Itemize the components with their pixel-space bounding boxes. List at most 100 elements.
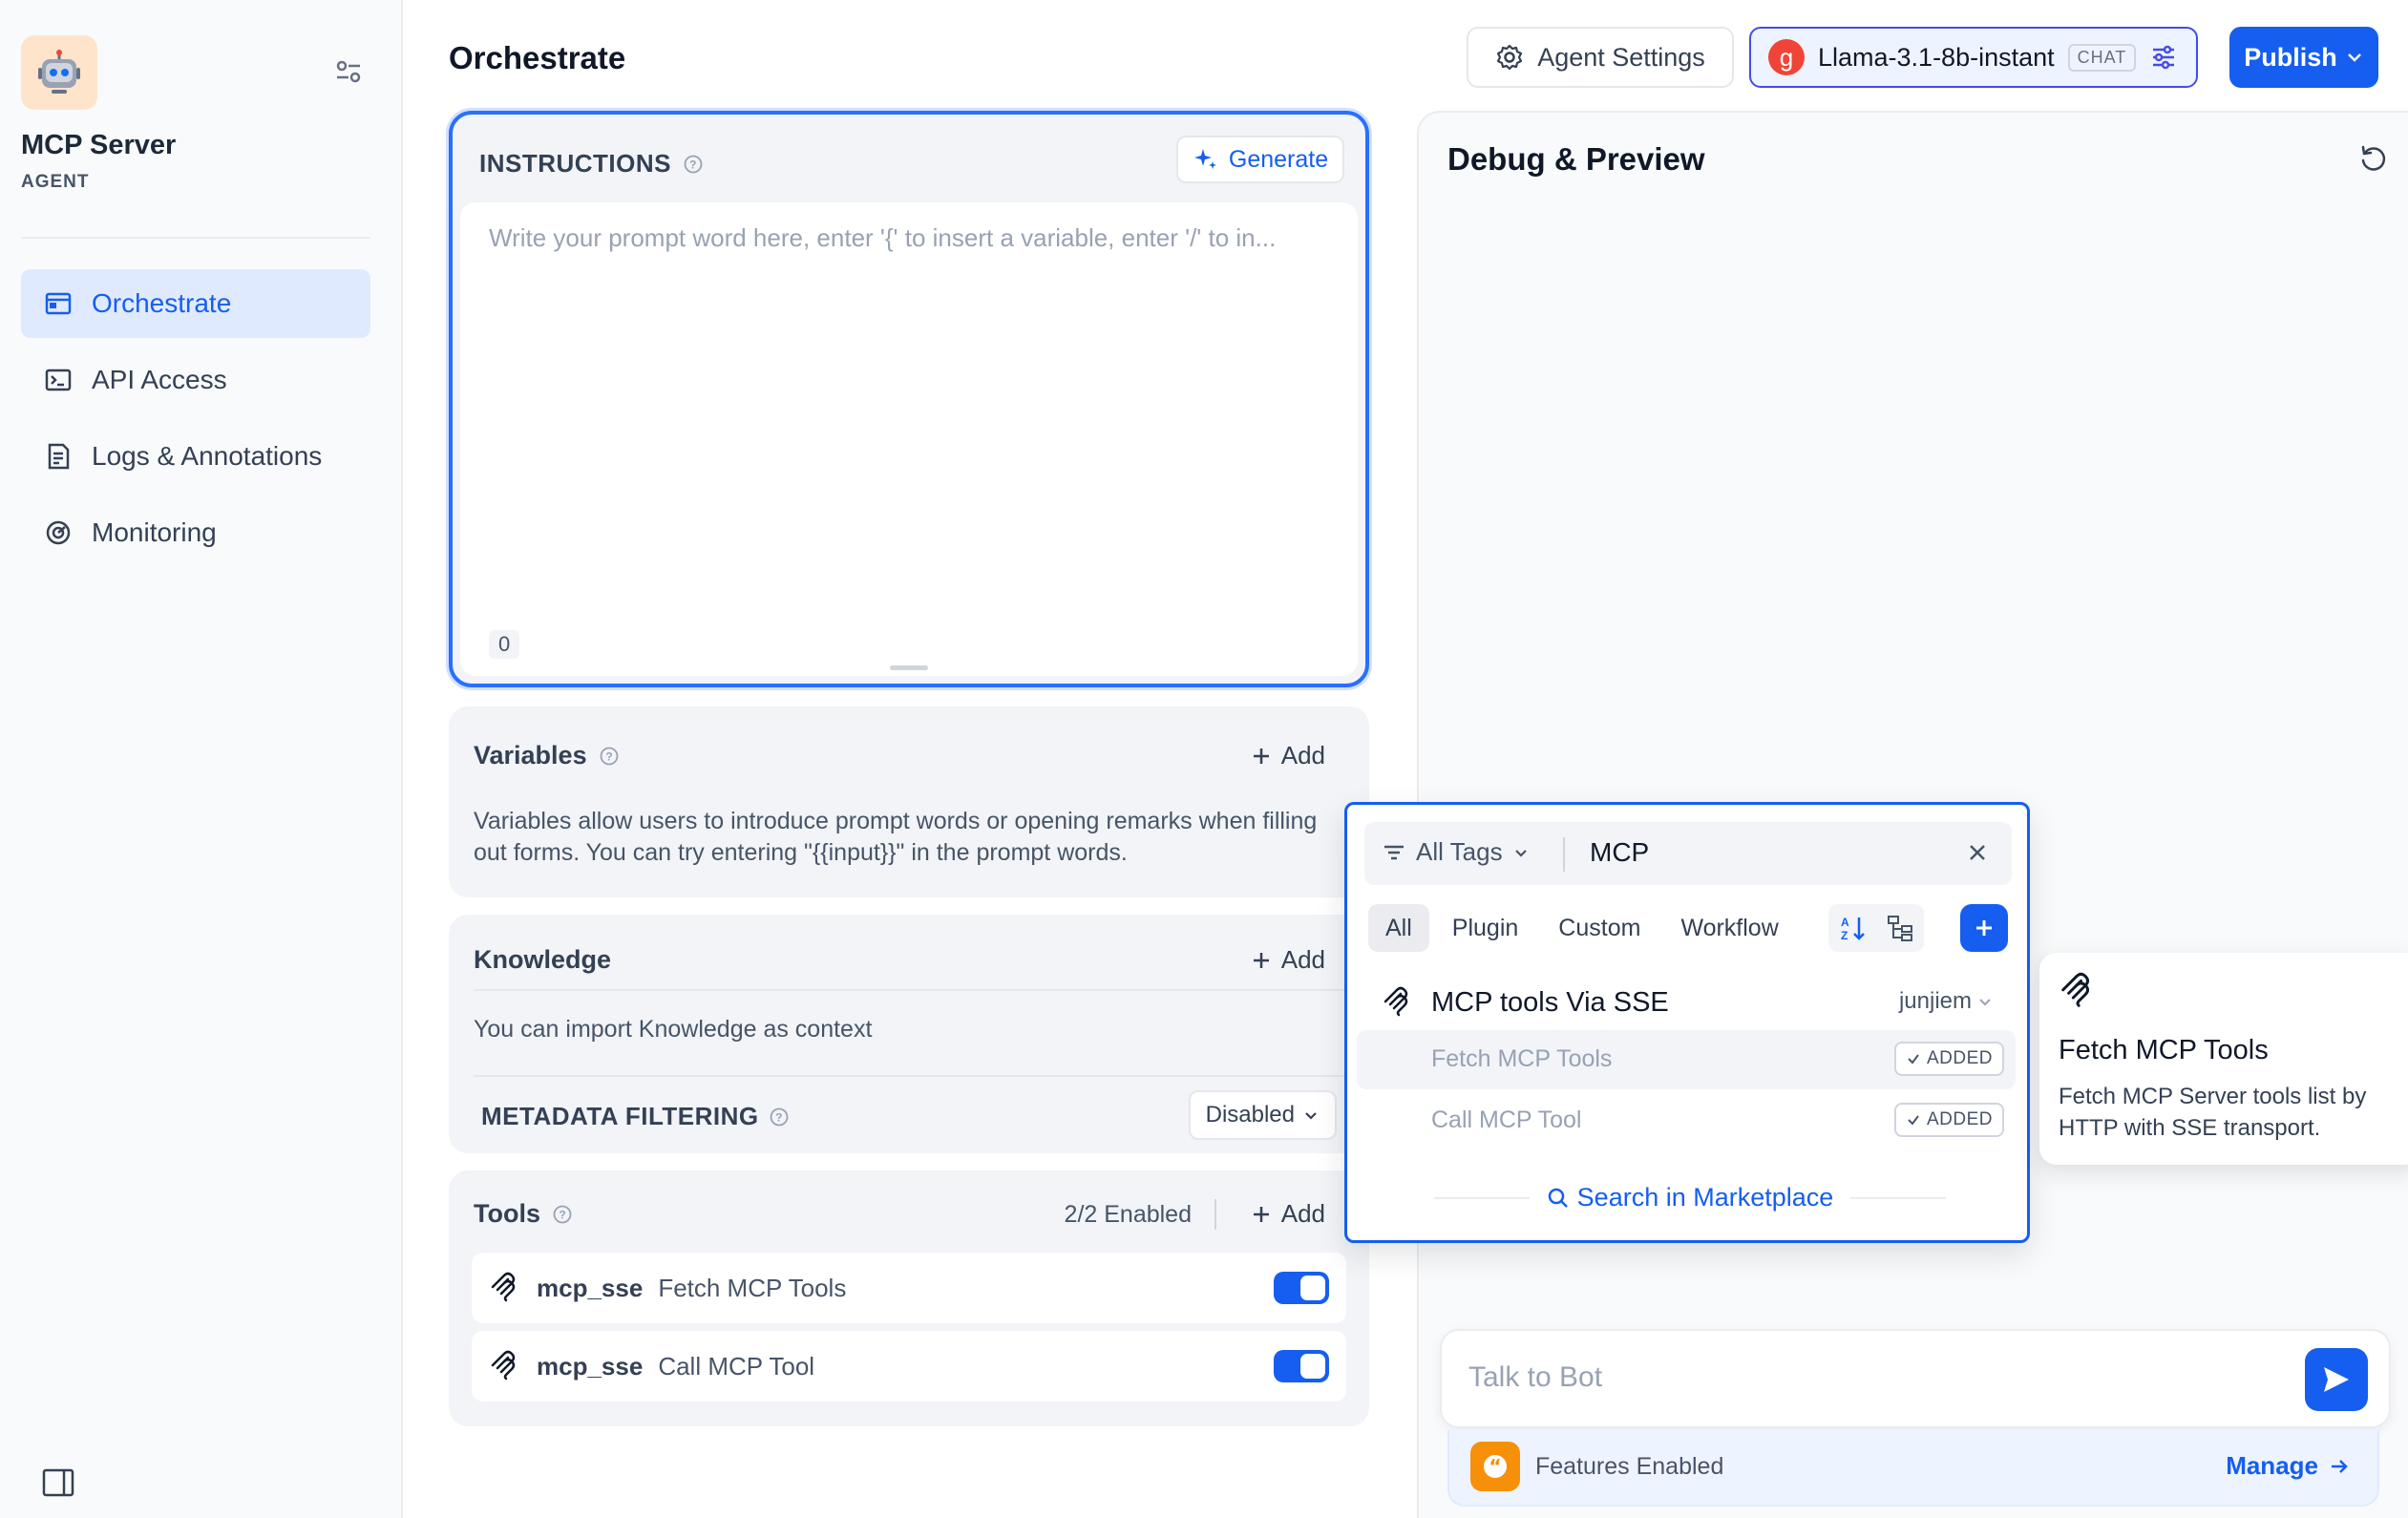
- model-mode-badge: CHAT: [2067, 43, 2137, 72]
- gauge-icon: [46, 520, 71, 545]
- resize-handle[interactable]: [890, 665, 928, 670]
- metadata-filtering-select[interactable]: Disabled: [1188, 1090, 1337, 1140]
- tools-card: Tools ? 2/2 Enabled Add mcp_sse Fetch MC…: [449, 1170, 1369, 1426]
- nav-item-orchestrate[interactable]: Orchestrate: [21, 269, 370, 338]
- add-custom-tool-button[interactable]: [1960, 904, 2008, 952]
- metadata-label: METADATA FILTERING: [481, 1102, 759, 1130]
- file-list-icon: [48, 443, 70, 470]
- chevron-down-icon: [1514, 849, 1527, 857]
- settings-toggle-icon[interactable]: [334, 57, 363, 86]
- add-tool-button[interactable]: Add: [1251, 1199, 1325, 1229]
- chevron-down-icon: [1979, 999, 1991, 1006]
- tooltip-title: Fetch MCP Tools: [2059, 1035, 2269, 1065]
- sidebar-divider: [21, 237, 370, 239]
- chevron-down-icon: [1305, 1112, 1317, 1120]
- tool-row[interactable]: mcp_sse Fetch MCP Tools: [472, 1253, 1346, 1323]
- help-icon[interactable]: ?: [552, 1204, 573, 1225]
- plus-icon: [1253, 748, 1269, 764]
- svg-text:?: ?: [689, 158, 697, 171]
- picker-tabs: All Plugin Custom Workflow: [1368, 904, 1796, 952]
- tool-toggle[interactable]: [1274, 1350, 1329, 1382]
- nav-item-monitoring[interactable]: Monitoring: [21, 498, 370, 567]
- variables-desc-line: out forms. You can try entering "{{input…: [474, 839, 1128, 866]
- search-icon: [1548, 1188, 1568, 1208]
- view-switch: A Z: [1828, 904, 1924, 952]
- variables-description: Variables allow users to introduce promp…: [474, 806, 1317, 869]
- svg-text:Z: Z: [1841, 929, 1848, 942]
- metadata-value: Disabled: [1205, 1102, 1295, 1128]
- filter-icon: [1384, 845, 1404, 859]
- add-variable-button[interactable]: Add: [1251, 741, 1325, 770]
- search-divider: [1563, 837, 1565, 872]
- nav-label: Orchestrate: [92, 288, 232, 318]
- features-bar: “ Features Enabled Manage: [1447, 1430, 2379, 1507]
- divider-line: [1433, 1196, 1530, 1199]
- tool-row[interactable]: mcp_sse Call MCP Tool: [472, 1331, 1346, 1402]
- added-label: ADDED: [1926, 1109, 1993, 1129]
- nav-item-logs[interactable]: Logs & Annotations: [21, 422, 370, 491]
- provider-row[interactable]: MCP tools Via SSE junjiem: [1364, 975, 2012, 1030]
- char-count: 0: [489, 630, 520, 659]
- add-label: Add: [1280, 945, 1325, 974]
- picker-tool-item[interactable]: Fetch MCP Tools ADDED: [1357, 1030, 2016, 1089]
- mcp-icon: [2061, 972, 2090, 1007]
- add-knowledge-button[interactable]: Add: [1251, 945, 1325, 975]
- help-icon[interactable]: ?: [599, 746, 620, 767]
- added-badge: ADDED: [1893, 1103, 2004, 1137]
- tool-picker-popup: All Tags MCP All Plugin Custom Workflow …: [1344, 802, 2030, 1243]
- picker-tool-item[interactable]: Call MCP Tool ADDED: [1357, 1091, 2016, 1150]
- knowledge-divider: [474, 989, 1344, 991]
- provider-author[interactable]: junjiem: [1899, 988, 1993, 1015]
- added-label: ADDED: [1926, 1048, 1993, 1068]
- collapse-sidebar-icon[interactable]: [42, 1468, 74, 1497]
- picker-search-input[interactable]: MCP: [1590, 837, 1649, 868]
- close-icon[interactable]: [1964, 839, 1991, 866]
- nav-label: Logs & Annotations: [92, 441, 323, 471]
- help-icon[interactable]: ?: [769, 1107, 790, 1128]
- app-name: MCP Server: [21, 130, 177, 160]
- instructions-card: INSTRUCTIONS ? Generate Write your promp…: [449, 111, 1369, 687]
- agent-settings-button[interactable]: Agent Settings: [1467, 27, 1734, 88]
- publish-button[interactable]: Publish: [2229, 27, 2378, 88]
- help-icon[interactable]: ?: [683, 154, 704, 175]
- sliders-icon[interactable]: [2149, 43, 2178, 72]
- tab-all[interactable]: All: [1368, 904, 1429, 952]
- app-icon: [21, 35, 97, 110]
- sidebar: MCP Server AGENT Orchestrate API Access …: [0, 0, 403, 1518]
- send-button[interactable]: [2305, 1348, 2368, 1411]
- sort-az-icon[interactable]: A Z: [1838, 914, 1867, 942]
- send-icon: [2324, 1367, 2349, 1392]
- nav-item-api-access[interactable]: API Access: [21, 346, 370, 414]
- manage-link[interactable]: Manage: [2226, 1451, 2351, 1481]
- sparkle-icon: [1193, 149, 1216, 169]
- author-name: junjiem: [1898, 988, 1972, 1014]
- tool-toggle[interactable]: [1274, 1272, 1329, 1304]
- search-marketplace-link[interactable]: Search in Marketplace: [1530, 1183, 1851, 1212]
- chevron-down-icon: [2347, 53, 2361, 62]
- tab-custom[interactable]: Custom: [1541, 904, 1658, 952]
- metadata-filtering-title: METADATA FILTERING ?: [481, 1102, 790, 1131]
- tags-dropdown[interactable]: All Tags: [1382, 837, 1530, 867]
- debug-title: Debug & Preview: [1447, 141, 1705, 177]
- picker-tool-name: Fetch MCP Tools: [1431, 1045, 1613, 1072]
- svg-text:A: A: [1841, 916, 1849, 929]
- generate-label: Generate: [1228, 145, 1329, 173]
- tree-view-icon[interactable]: [1886, 914, 1914, 942]
- provider-name: MCP tools Via SSE: [1431, 986, 1669, 1018]
- svg-text:?: ?: [605, 749, 612, 763]
- window-icon: [45, 292, 72, 315]
- tab-workflow[interactable]: Workflow: [1663, 904, 1795, 952]
- mcp-icon: [491, 1272, 516, 1302]
- chat-input[interactable]: Talk to Bot: [1440, 1329, 2391, 1428]
- mcp-icon: [491, 1350, 516, 1381]
- generate-button[interactable]: Generate: [1176, 136, 1344, 183]
- terminal-icon: [45, 369, 72, 391]
- added-badge: ADDED: [1893, 1042, 2004, 1076]
- tags-label: All Tags: [1416, 837, 1503, 866]
- svg-text:?: ?: [559, 1208, 565, 1221]
- tab-plugin[interactable]: Plugin: [1435, 904, 1536, 952]
- refresh-icon[interactable]: [2358, 143, 2389, 174]
- manage-label: Manage: [2226, 1451, 2318, 1480]
- prompt-editor[interactable]: Write your prompt word here, enter '{' t…: [460, 202, 1358, 676]
- model-selector-button[interactable]: g Llama-3.1-8b-instant CHAT: [1749, 27, 2198, 88]
